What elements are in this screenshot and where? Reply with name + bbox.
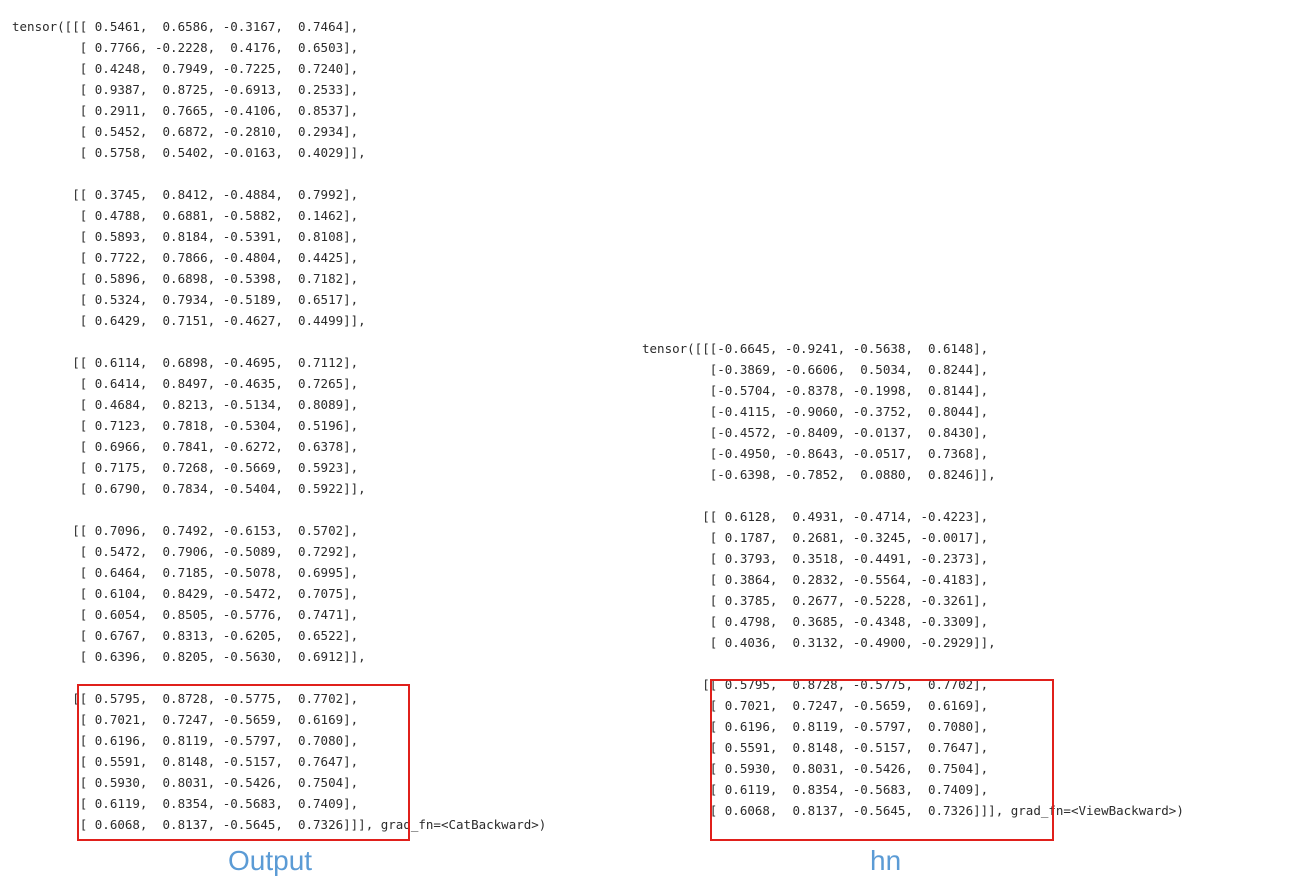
hn-caption: hn (870, 845, 902, 876)
output-last-block-highlight (77, 684, 410, 841)
output-caption: Output (228, 845, 313, 876)
hn-last-block-highlight (710, 679, 1054, 841)
